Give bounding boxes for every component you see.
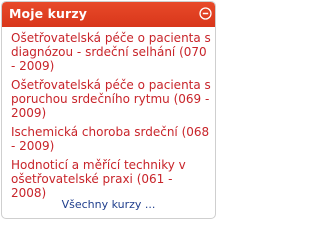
list-item: Ischemická choroba srdeční (068 - 2009) xyxy=(11,125,211,153)
block-header: Moje kurzy xyxy=(2,2,215,27)
all-courses-link[interactable]: Všechny kurzy ... xyxy=(2,198,215,211)
course-link[interactable]: Ošetřovatelská péče o pacienta s porucho… xyxy=(11,78,211,120)
my-courses-block: Moje kurzy Ošetřovatelská péče o pacient… xyxy=(1,1,216,219)
list-item: Hodnoticí a měřící techniky v ošetřovate… xyxy=(11,158,211,200)
collapse-icon[interactable] xyxy=(199,7,212,20)
course-link[interactable]: Hodnoticí a měřící techniky v ošetřovate… xyxy=(11,158,211,200)
list-item: Ošetřovatelská péče o pacienta s porucho… xyxy=(11,78,211,120)
list-item: Ošetřovatelská péče o pacienta s diagnóz… xyxy=(11,31,211,73)
course-list: Ošetřovatelská péče o pacienta s diagnóz… xyxy=(11,31,211,205)
course-link[interactable]: Ischemická choroba srdeční (068 - 2009) xyxy=(11,125,211,153)
block-title: Moje kurzy xyxy=(9,6,87,21)
course-link[interactable]: Ošetřovatelská péče o pacienta s diagnóz… xyxy=(11,31,211,73)
